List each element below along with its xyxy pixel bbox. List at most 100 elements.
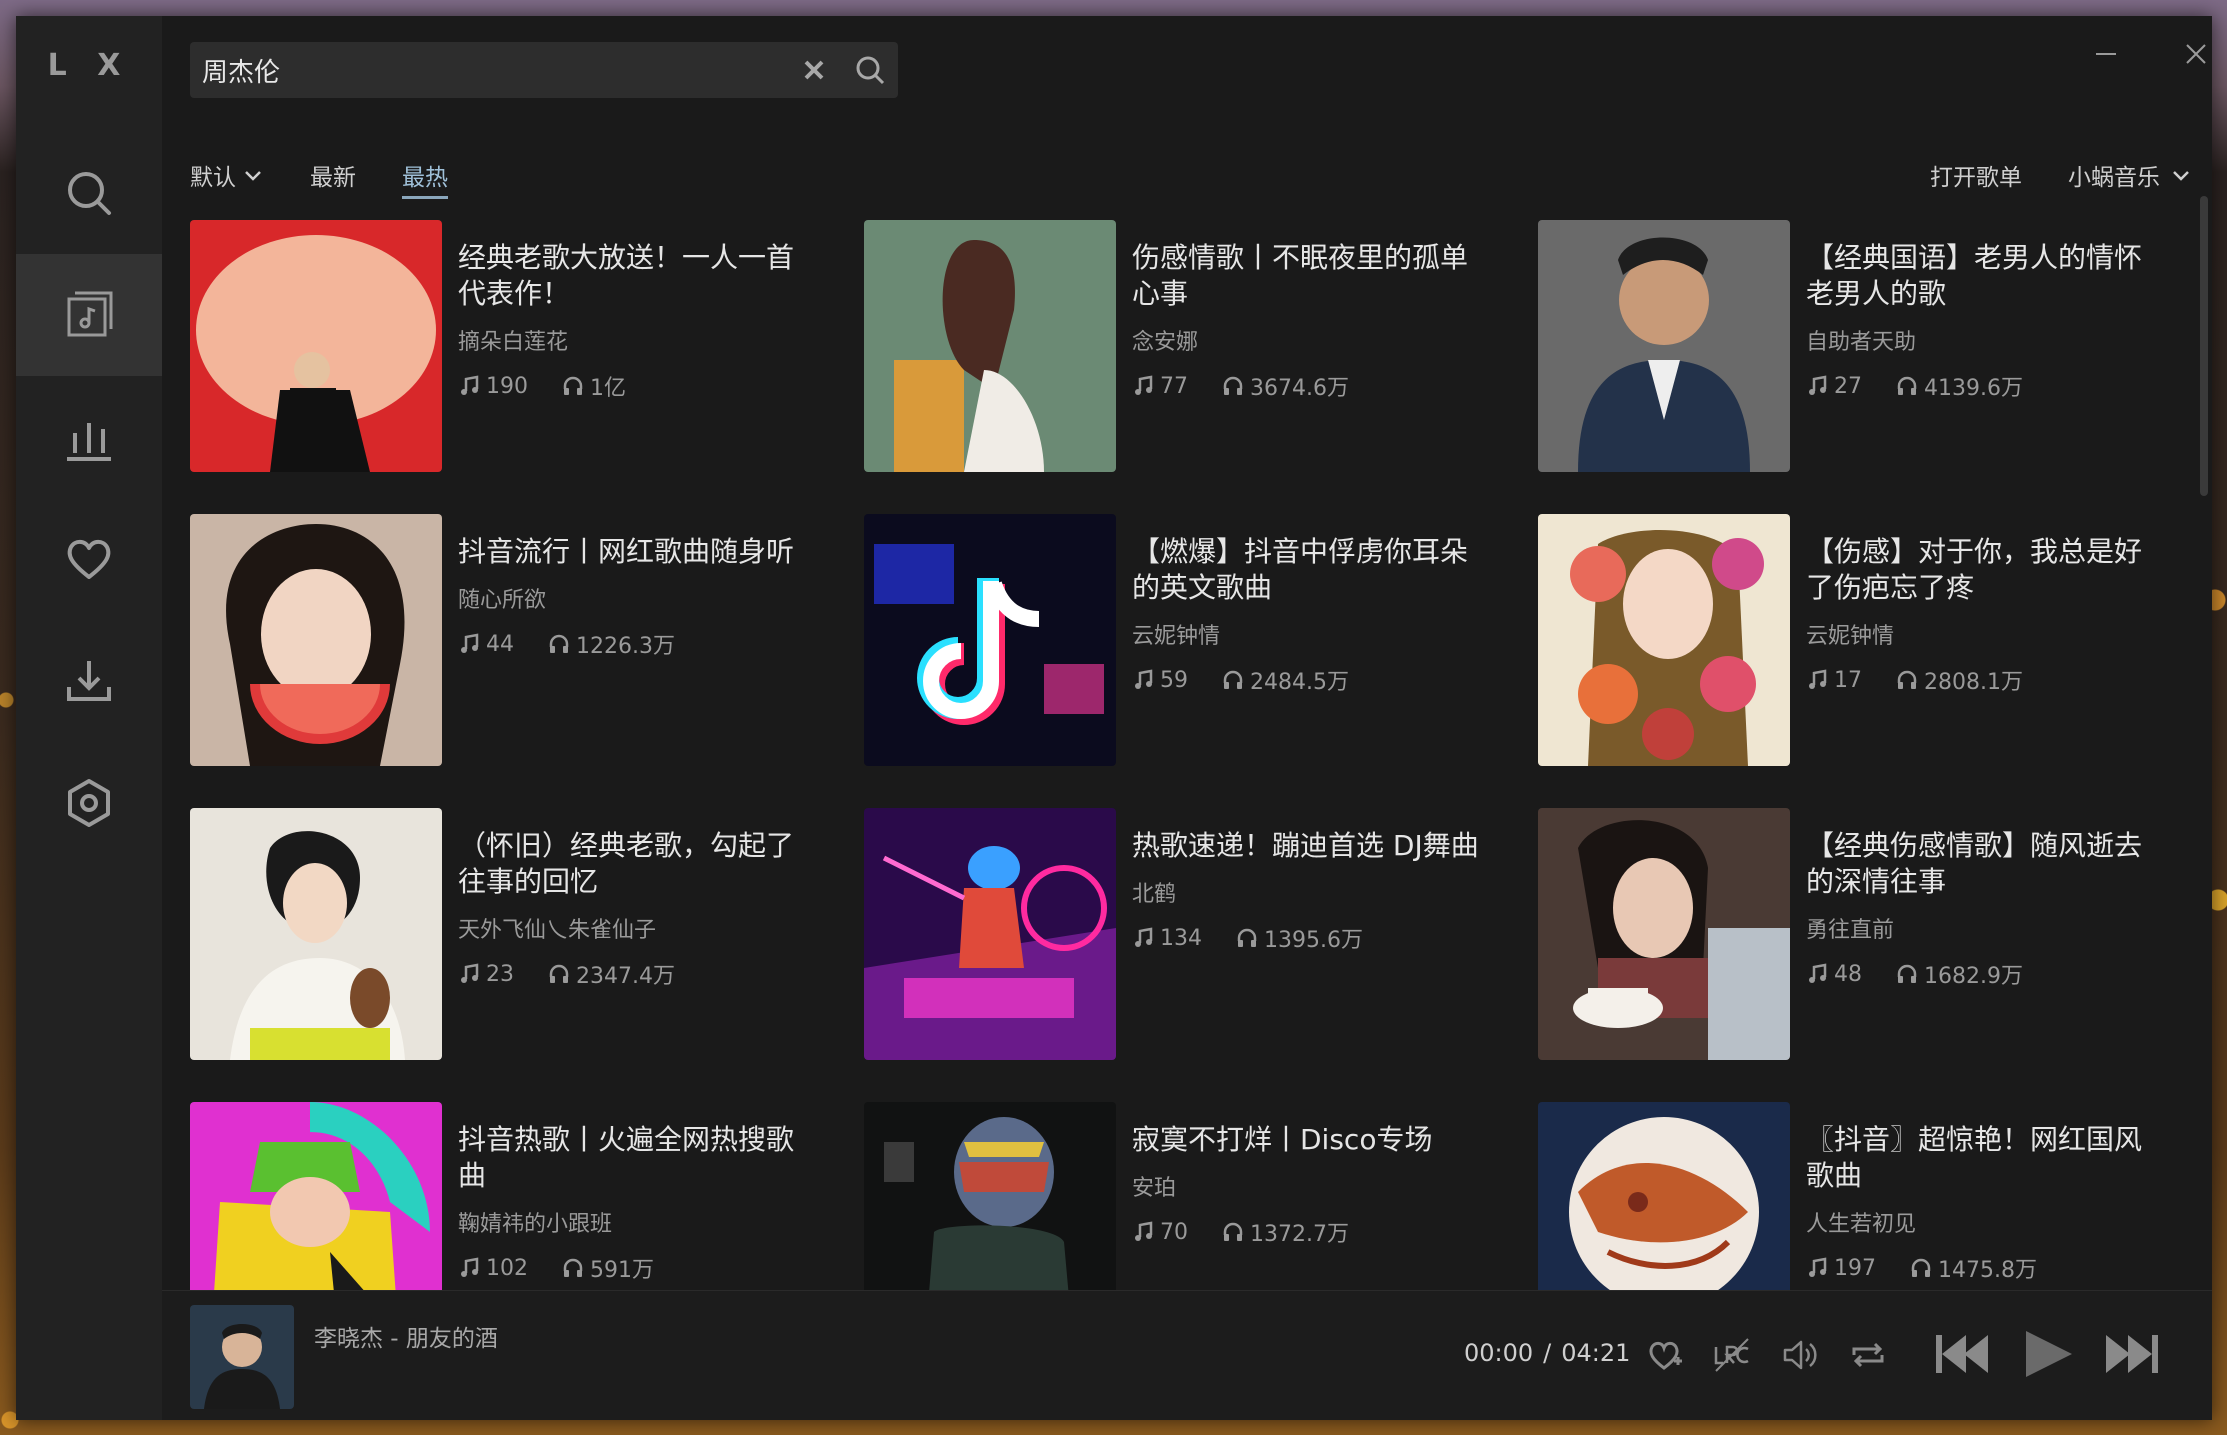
sort-default-dropdown[interactable]: 默认	[190, 153, 264, 197]
play-icon	[2026, 1331, 2072, 1377]
heart-icon	[67, 539, 111, 579]
app-logo: L X	[47, 48, 131, 83]
tab-newest[interactable]: 最新	[310, 153, 356, 197]
sidebar-item-favorites[interactable]	[16, 498, 162, 620]
song-count: 48	[1834, 961, 1862, 987]
playlist-cover	[1538, 1102, 1790, 1292]
search-input[interactable]	[202, 55, 786, 85]
play-count: 2347.4万	[576, 964, 675, 989]
add-favorite-button[interactable]	[1640, 1331, 1688, 1379]
music-note-icon	[461, 1257, 479, 1277]
sidebar-item-settings[interactable]	[16, 742, 162, 864]
sidebar-item-leaderboard[interactable]	[16, 376, 162, 498]
play-count: 1475.8万	[1938, 1258, 2037, 1283]
playlist-cover	[1538, 220, 1790, 472]
search-button[interactable]	[842, 42, 898, 98]
previous-button[interactable]	[1928, 1321, 1998, 1387]
sidebar-item-songlist[interactable]	[16, 254, 162, 376]
playlist-title: 【经典国语】老男人的情怀 老男人的歌	[1806, 241, 2143, 310]
playlist-cover	[190, 1102, 442, 1292]
source-dropdown[interactable]: 小蜗音乐	[2068, 158, 2192, 192]
song-count: 134	[1160, 925, 1202, 951]
play-count: 2484.5万	[1250, 670, 1349, 695]
playlist-title: 寂寞不打烊丨Disco专场	[1132, 1123, 1433, 1156]
play-button[interactable]	[2012, 1321, 2082, 1387]
playlist-title: 〖抖音〗超惊艳！网红国风歌曲	[1806, 1123, 2143, 1192]
heart-add-icon	[1649, 1341, 1682, 1370]
sidebar-item-search[interactable]	[16, 132, 162, 254]
music-note-icon	[461, 375, 479, 395]
scrollbar[interactable]	[2200, 196, 2208, 496]
playlist-title: 抖音流行丨网红歌曲随身听	[458, 535, 795, 568]
playlist-card[interactable]: 【燃爆】抖音中俘虏你耳朵的英文歌曲 云妮钟情 59 2484.5万	[864, 514, 1504, 770]
close-icon	[804, 60, 824, 80]
chevron-down-icon	[245, 171, 261, 181]
playlist-card[interactable]: 抖音流行丨网红歌曲随身听 随心所欲 44 1226.3万	[190, 514, 830, 770]
play-count: 1395.6万	[1264, 928, 1363, 953]
volume-button[interactable]	[1776, 1331, 1824, 1379]
playlist-cover	[190, 514, 442, 766]
download-icon	[67, 661, 111, 701]
clear-search-button[interactable]	[786, 42, 842, 98]
headphones-icon	[1223, 376, 1243, 395]
now-playing-cover[interactable]	[190, 1305, 294, 1409]
sidebar-item-download[interactable]	[16, 620, 162, 742]
chevron-down-icon	[2173, 171, 2189, 181]
sidebar: L X	[16, 16, 162, 1420]
tab-hottest-label: 最热	[402, 165, 448, 191]
headphones-icon	[1223, 1222, 1243, 1241]
headphones-icon	[1237, 928, 1257, 947]
minimize-button[interactable]	[2076, 34, 2136, 74]
playlist-title: （怀旧）经典老歌，勾起了往事的回忆	[458, 829, 795, 898]
music-note-icon	[461, 633, 479, 653]
playlist-title: 伤感情歌丨不眠夜里的孤单心事	[1132, 241, 1469, 310]
song-count: 102	[486, 1255, 528, 1281]
playlist-card[interactable]: 伤感情歌丨不眠夜里的孤单心事 念安娜 77 3674.6万	[864, 220, 1504, 476]
search-bar	[190, 42, 898, 98]
repeat-button[interactable]	[1844, 1331, 1892, 1379]
playlist-cover	[864, 220, 1116, 472]
playlist-card[interactable]: （怀旧）经典老歌，勾起了往事的回忆 天外飞仙乀朱雀仙子 23 2347.4万	[190, 808, 830, 1064]
play-count: 1226.3万	[576, 634, 675, 659]
headphones-icon	[1897, 964, 1917, 983]
next-icon	[2106, 1335, 2158, 1373]
minimize-icon	[2096, 53, 2116, 55]
playlist-card[interactable]: 【经典伤感情歌】随风逝去的深情往事 勇往直前 48 1682.9万	[1538, 808, 2178, 1064]
volume-icon	[1783, 1340, 1817, 1370]
headphones-icon	[1911, 1258, 1931, 1277]
settings-icon	[68, 779, 110, 827]
playlist-card[interactable]: 经典老歌大放送！一人一首代表作！ 摘朵白莲花 190 1亿	[190, 220, 830, 476]
playlist-title: 热歌速递！蹦迪首选 DJ舞曲	[1132, 829, 1479, 862]
playback-time: 00:00 / 04:21	[1464, 1339, 1630, 1367]
playlist-card[interactable]: 抖音热歌丨火遍全网热搜歌曲 鞠婧祎的小跟班 102 591万	[190, 1102, 830, 1292]
headphones-icon	[549, 964, 569, 983]
playlist-cover	[864, 514, 1116, 766]
playlist-cover	[1538, 514, 1790, 766]
music-note-icon	[1135, 375, 1153, 395]
next-button[interactable]	[2096, 1321, 2166, 1387]
playlist-card[interactable]: 寂寞不打烊丨Disco专场 安珀 70 1372.7万	[864, 1102, 1504, 1292]
playlist-author: 天外飞仙乀朱雀仙子	[458, 918, 657, 943]
headphones-icon	[1223, 670, 1243, 689]
open-playlist-button[interactable]: 打开歌单	[1930, 158, 2022, 192]
song-count: 27	[1834, 373, 1862, 399]
play-count: 4139.6万	[1924, 376, 2023, 401]
lyrics-toggle[interactable]	[1708, 1331, 1756, 1379]
playlist-title: 【伤感】对于你，我总是好了伤疤忘了疼	[1806, 535, 2143, 604]
playlist-card[interactable]: 【伤感】对于你，我总是好了伤疤忘了疼 云妮钟情 17 2808.1万	[1538, 514, 2178, 770]
tab-hottest[interactable]: 最热	[402, 153, 448, 199]
playlist-card[interactable]: 〖抖音〗超惊艳！网红国风歌曲 人生若初见 197 1475.8万	[1538, 1102, 2178, 1292]
close-button[interactable]	[2166, 34, 2212, 74]
repeat-icon	[1852, 1342, 1884, 1368]
play-count: 1682.9万	[1924, 964, 2023, 989]
tab-newest-label: 最新	[310, 165, 356, 191]
duration: 04:21	[1561, 1339, 1631, 1367]
playlist-title: 抖音热歌丨火遍全网热搜歌曲	[458, 1123, 795, 1192]
playlist-card[interactable]: 热歌速递！蹦迪首选 DJ舞曲 北鹤 134 1395.6万	[864, 808, 1504, 1064]
previous-icon	[1936, 1335, 1988, 1373]
playlist-card[interactable]: 【经典国语】老男人的情怀 老男人的歌 自助者天助 27 4139.6万	[1538, 220, 2178, 476]
playlist-author: 摘朵白莲花	[458, 330, 569, 355]
playlist-title: 【燃爆】抖音中俘虏你耳朵的英文歌曲	[1132, 535, 1469, 604]
playlist-author: 安珀	[1132, 1176, 1177, 1201]
now-playing-title: 李晓杰 - 朋友的酒	[314, 1326, 498, 1352]
